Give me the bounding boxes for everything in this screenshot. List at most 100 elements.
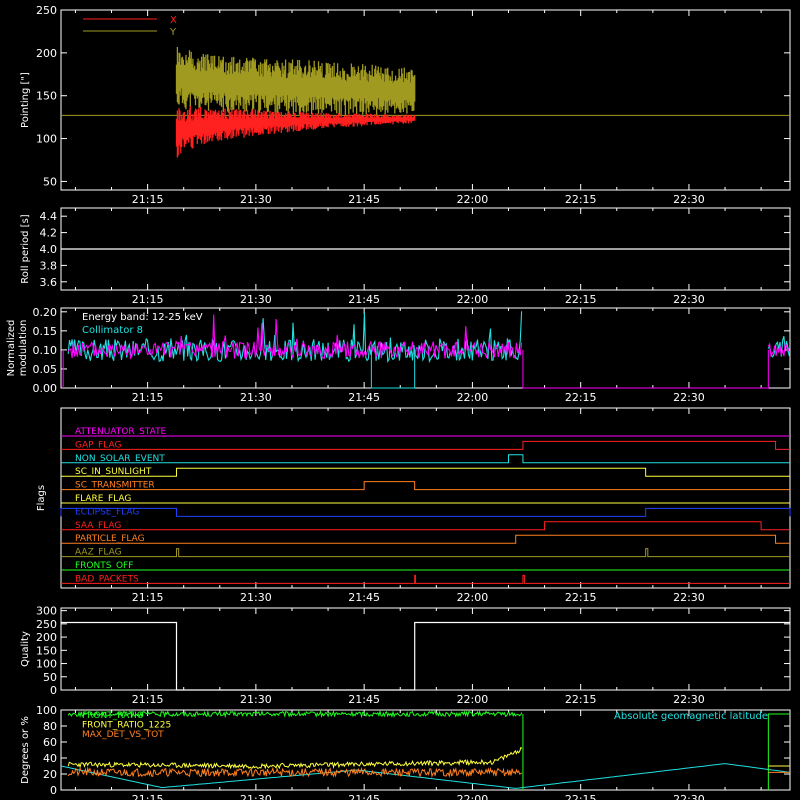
flag-label-fronts_off: FRONTS_OFF <box>75 561 133 571</box>
x-tick-label: 22:00 <box>457 391 489 404</box>
collimator-8-trace-tail <box>767 336 790 358</box>
modulation-panel: 21:15 21:30 21:45 22:00 22:15 22:30 0.00 0.05 0.… <box>6 306 791 404</box>
legend-label-max-det-vs-tot: MAX_DET_VS_TOT <box>82 730 164 740</box>
y-tick-label: 300 <box>36 605 57 618</box>
y-tick-label: 0 <box>50 784 57 797</box>
y-tick-label: 60 <box>43 736 57 749</box>
x-tick-label: 21:15 <box>132 193 164 206</box>
flag-line-aaz_flag <box>61 548 790 558</box>
x-tick-label: 21:45 <box>348 193 380 206</box>
y-tick-label: 200 <box>36 631 57 644</box>
x-tick-label: 21:30 <box>240 793 272 800</box>
x-tick-label: 22:15 <box>565 193 597 206</box>
x-tick-label: 21:30 <box>240 293 272 306</box>
y-tick-label: 4.0 <box>40 243 58 256</box>
x-tick-label: 22:00 <box>457 193 489 206</box>
y-tick-label: 4.2 <box>40 227 58 240</box>
y-tick-label: 40 <box>43 752 57 765</box>
legend-label-x: X <box>170 15 177 26</box>
x-tick-label: 21:30 <box>240 391 272 404</box>
x-tick-label: 21:30 <box>240 693 272 706</box>
y-tick-label: 150 <box>36 90 57 103</box>
y-tick-label: 0.10 <box>33 344 58 357</box>
flag-line-particle_flag <box>61 534 790 544</box>
flag-label-eclipse_flag: ECLIPSE_FLAG <box>75 507 139 517</box>
x-tick-label: 22:30 <box>673 793 705 800</box>
legend-label-front-ratio-1225: FRONT_RATIO_1225 <box>82 721 171 731</box>
y-tick-label: 50 <box>43 671 57 684</box>
x-tick-label: 22:00 <box>457 591 489 604</box>
y-tick-label: 3.8 <box>40 259 58 272</box>
x-tick-label: 22:15 <box>565 693 597 706</box>
flag-label-bad_packets: BAD_PACKETS <box>75 574 139 584</box>
legend-label-y: Y <box>169 27 177 38</box>
x-tick-label: 22:30 <box>673 193 705 206</box>
quality-panel: 21:15 21:30 21:45 22:00 22:15 22:300501001502… <box>20 605 791 706</box>
x-tick-label: 22:15 <box>565 793 597 800</box>
x-tick-label: 22:15 <box>565 293 597 306</box>
y-tick-label: 0.00 <box>33 382 58 395</box>
max-det-vs-tot-trace <box>67 766 523 779</box>
x-tick-label: 22:00 <box>457 793 489 800</box>
degrees-panel: 21:15 21:30 21:45 22:00 22:15 22:30 0 20 40 60 80 1… <box>20 704 791 800</box>
flag-label-attenuator_state: ATTENUATOR_STATE <box>75 427 167 437</box>
x-tick-label: 21:30 <box>240 193 272 206</box>
y-tick-label: 100 <box>36 133 57 146</box>
x-tick-label: 22:30 <box>673 591 705 604</box>
y-tick-label: 0 <box>50 684 57 697</box>
front-ratio-1225-trace <box>67 746 523 770</box>
y-tick-label: 250 <box>36 618 57 631</box>
x-tick-label: 22:30 <box>673 391 705 404</box>
energy-band-gap <box>522 349 769 389</box>
x-tick-label: 22:15 <box>565 391 597 404</box>
x-tick-label: 21:45 <box>348 693 380 706</box>
y-tick-label: 250 <box>36 4 57 17</box>
x-tick-label: 21:30 <box>240 591 272 604</box>
y-tick-label: 3.6 <box>40 276 58 289</box>
flag-line-sc_transmitter <box>61 481 790 491</box>
y-axis-label: Quality <box>20 631 31 667</box>
y-axis-label: modulation <box>18 320 29 377</box>
flags-panel: 21:15 21:30 21:45 22:00 22:15 22:30 Flags ATTEN… <box>36 407 791 604</box>
y-tick-label: 80 <box>43 720 57 733</box>
y-tick-label: 50 <box>43 175 57 188</box>
legend-label-front-ratio: FRONT_RATIO <box>82 711 144 721</box>
flag-line-sc_in_sunlight <box>61 467 790 477</box>
x-tick-label: 21:45 <box>348 591 380 604</box>
flag-line-non_solar_event <box>61 454 790 464</box>
x-tick-label: 22:00 <box>457 693 489 706</box>
flag-line-saa_flag <box>61 521 790 531</box>
x-tick-label: 21:15 <box>132 793 164 800</box>
x-tick-label: 21:15 <box>132 693 164 706</box>
x-tick-label: 21:15 <box>132 293 164 306</box>
energy-band-label: Energy band: 12-25 keV <box>82 312 203 323</box>
flag-line-eclipse_flag <box>60 507 791 517</box>
flag-label-gap_flag: GAP_FLAG <box>75 440 121 450</box>
roll-period-panel: 21:15 21:30 21:45 22:00 22:15 22:30 3.6 3.8 4.0 4… <box>20 207 791 306</box>
y-axis-label: Pointing ["] <box>20 72 31 128</box>
x-tick-label: 22:30 <box>673 693 705 706</box>
plot-frame <box>60 607 791 691</box>
x-tick-label: 21:45 <box>348 293 380 306</box>
plot-frame <box>60 407 791 589</box>
flag-line-gap_flag <box>61 440 790 450</box>
flag-label-aaz_flag: AAZ_FLAG <box>75 548 122 558</box>
x-tick-label: 22:15 <box>565 591 597 604</box>
flag-line-bad_packets <box>61 574 790 584</box>
flag-label-sc_transmitter: SC_TRANSMITTER <box>75 481 155 491</box>
y-tick-label: 0.05 <box>33 363 58 376</box>
y-axis-label: Normalized <box>6 320 17 377</box>
quality-trace <box>61 621 790 691</box>
x-tick-label: 21:15 <box>132 391 164 404</box>
y-tick-label: 150 <box>36 644 57 657</box>
housekeeping-chart: 21:15 21:30 21:45 22:00 22:15 22:305010015020… <box>6 4 791 800</box>
geomagnetic-latitude-trace <box>60 763 791 789</box>
x-tick-label: 22:00 <box>457 293 489 306</box>
x-tick-label: 21:45 <box>348 793 380 800</box>
geomagnetic-latitude-label: Absolute geomagnetic latitude <box>614 711 768 722</box>
x-tick-label: 21:15 <box>132 591 164 604</box>
y-axis-label: Flags <box>36 485 47 511</box>
y-axis-label: Degrees or % <box>20 716 31 784</box>
y-axis-label: Roll period [s] <box>20 214 31 283</box>
flag-label-non_solar_event: NON_SOLAR_EVENT <box>75 454 165 464</box>
